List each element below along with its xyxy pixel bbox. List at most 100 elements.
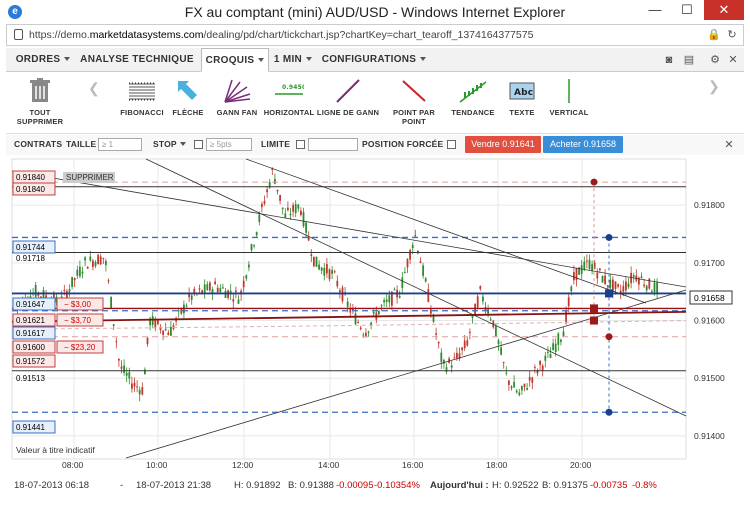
- supprimer-label[interactable]: SUPPRIMER: [66, 173, 114, 182]
- candle-body: [469, 331, 471, 333]
- lock-icon: [14, 29, 23, 40]
- tool-ligne-de-gann[interactable]: LIGNE DE GANN: [316, 78, 380, 117]
- candle-body: [544, 355, 547, 361]
- candle-body: [508, 380, 510, 385]
- price-label-text: 0.91621: [16, 316, 45, 325]
- candle-body: [118, 358, 120, 361]
- candle-body: [385, 299, 388, 303]
- candle-body: [203, 284, 206, 293]
- position-forcee-label: POSITION FORCÉE: [362, 139, 444, 149]
- candle-body: [591, 264, 593, 271]
- x-tick-label: 10:00: [146, 460, 168, 470]
- tool-fibonacci[interactable]: FIBONACCI: [114, 78, 170, 117]
- menu-configurations[interactable]: CONFIGURATIONS: [320, 48, 428, 72]
- candle-body: [632, 275, 635, 278]
- taille-label: TAILLE: [66, 139, 97, 149]
- order-square: [605, 289, 613, 298]
- menu-croquis[interactable]: CROQUIS: [201, 48, 269, 72]
- candle-body: [326, 264, 328, 274]
- price-chart[interactable]: 0.91800 0.91700 0.91600 0.91500 0.91400 08:0…: [6, 158, 744, 474]
- limite-input[interactable]: [308, 138, 358, 151]
- candle-body: [547, 351, 549, 353]
- stop-input[interactable]: ≥ 5pts: [206, 138, 252, 151]
- horizontal-line-icon: 0.9450: [275, 84, 304, 95]
- candle-body: [393, 289, 396, 291]
- gear-icon[interactable]: ⚙: [708, 53, 722, 67]
- candle-body: [300, 210, 302, 215]
- point-to-point-icon: [402, 80, 426, 102]
- address-bar[interactable]: https://demo.marketdatasystems.com/deali…: [6, 24, 744, 46]
- candle-body: [570, 286, 573, 292]
- camera-icon[interactable]: ◙: [662, 53, 676, 67]
- candle-body: [63, 289, 66, 291]
- svg-text:Abc: Abc: [514, 88, 533, 98]
- candle-body: [411, 245, 414, 248]
- close-panel-icon[interactable]: ✕: [726, 53, 740, 67]
- chart-svg[interactable]: 0.91800 0.91700 0.91600 0.91500 0.91400 08:0…: [6, 158, 744, 474]
- candle-body: [284, 213, 287, 218]
- stop-checkbox[interactable]: [194, 140, 203, 149]
- candle-body: [320, 267, 323, 271]
- candle-body: [528, 377, 531, 381]
- menu-analyse-technique[interactable]: ANALYSE TECHNIQUE: [76, 48, 198, 86]
- stop-dropdown-icon[interactable]: [180, 142, 186, 146]
- candle-body: [250, 244, 253, 251]
- today-change: -0.00735: [590, 480, 628, 491]
- candle-body: [305, 222, 307, 233]
- low-value: B: 0.91388: [288, 480, 334, 491]
- close-orderbar-icon[interactable]: ✕: [722, 138, 736, 152]
- position-forcee-checkbox[interactable]: [447, 140, 456, 149]
- candle-body: [497, 340, 500, 344]
- order-square: [590, 316, 598, 325]
- tool-gann-fan[interactable]: GANN FAN: [212, 78, 262, 117]
- url-text[interactable]: https://demo.marketdatasystems.com/deali…: [29, 29, 533, 41]
- tool-horizontal[interactable]: 0.9450 HORIZONTAL: [262, 78, 316, 117]
- limite-checkbox[interactable]: [296, 140, 305, 149]
- candle-body: [120, 366, 123, 369]
- candle-body: [136, 386, 138, 388]
- candle-body: [333, 271, 336, 273]
- candle-body: [68, 289, 71, 292]
- buy-button[interactable]: Acheter 0.91658: [543, 136, 623, 153]
- scroll-right-icon[interactable]: ❯: [708, 78, 720, 95]
- tool-texte[interactable]: Abc TEXTE: [502, 78, 542, 117]
- candle-body: [372, 311, 375, 314]
- sell-button[interactable]: Vendre 0.91641: [465, 136, 541, 153]
- contrats-label: CONTRATS: [14, 139, 63, 149]
- candle-body: [34, 285, 37, 297]
- candle-body: [388, 295, 391, 303]
- candle-body: [398, 296, 401, 298]
- tool-fleche[interactable]: FLÈCHE: [168, 78, 208, 117]
- candle-body: [643, 284, 645, 287]
- taille-input[interactable]: ≥ 1: [98, 138, 142, 151]
- candle-body: [523, 383, 526, 388]
- price-label-text: 0.91840: [16, 173, 45, 182]
- candle-body: [487, 309, 489, 314]
- menu-timeframe[interactable]: 1 MIN: [272, 48, 314, 72]
- tool-point-par-point[interactable]: POINT PAR POINT: [380, 78, 448, 126]
- trash-icon: [30, 78, 50, 102]
- menu-ordres[interactable]: ORDRES: [12, 48, 74, 72]
- scroll-left-icon[interactable]: ❮: [88, 80, 100, 97]
- candle-body: [112, 324, 115, 326]
- tool-vertical[interactable]: VERTICAL: [546, 78, 592, 117]
- candle-body: [588, 259, 591, 270]
- print-icon[interactable]: ▤: [682, 53, 696, 67]
- candle-body: [313, 256, 315, 267]
- minimize-button[interactable]: —: [640, 0, 670, 20]
- candle-body: [125, 372, 128, 376]
- candle-body: [495, 326, 497, 337]
- close-button[interactable]: ✕: [704, 0, 744, 20]
- candle-body: [102, 257, 105, 259]
- lock-icon[interactable]: 🔒: [707, 28, 721, 42]
- tool-tendance[interactable]: TENDANCE: [450, 78, 496, 117]
- x-tick-label: 12:00: [232, 460, 254, 470]
- maximize-button[interactable]: ☐: [672, 0, 702, 20]
- candle-body: [94, 261, 97, 267]
- refresh-icon[interactable]: ↻: [725, 28, 739, 42]
- candle-body: [287, 207, 289, 211]
- candle-body: [560, 339, 562, 342]
- candle-body: [297, 204, 300, 209]
- candle-body: [437, 341, 440, 344]
- delete-all-tool[interactable]: TOUT SUPPRIMER: [12, 78, 68, 126]
